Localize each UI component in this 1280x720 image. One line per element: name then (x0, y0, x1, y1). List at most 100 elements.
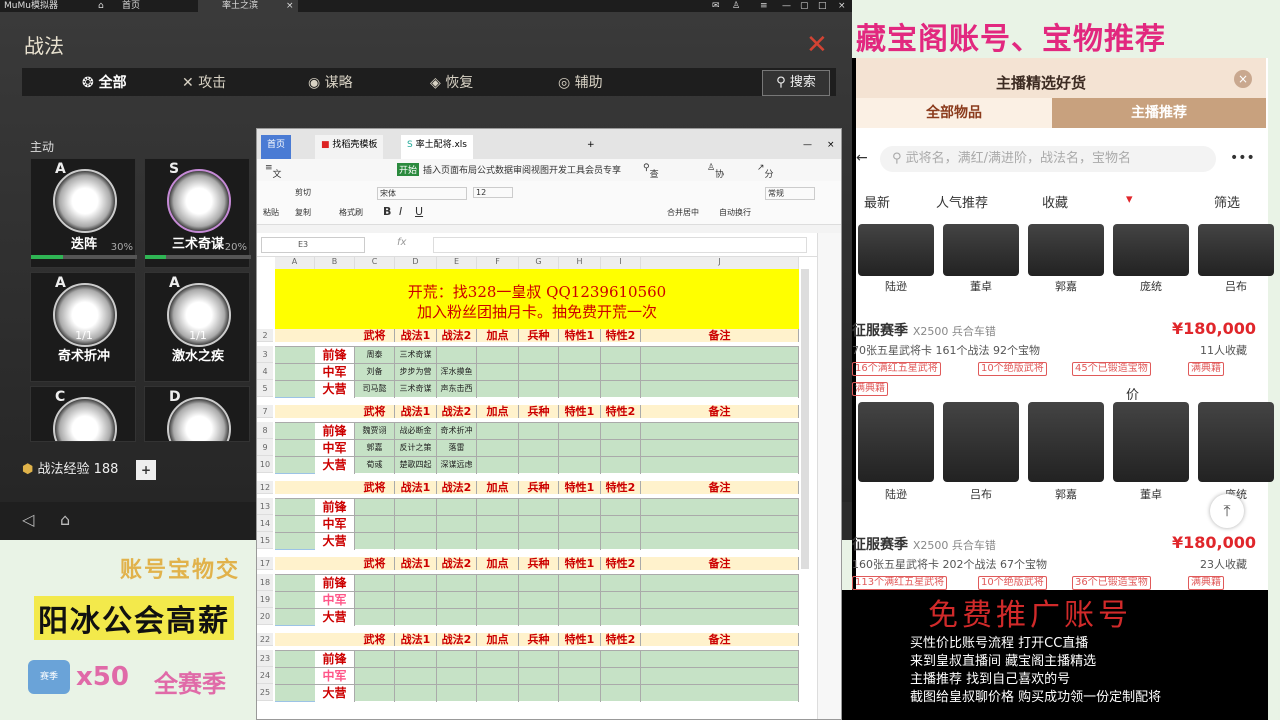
header-cell[interactable]: 兵种 (519, 481, 559, 494)
table-cell[interactable] (641, 457, 799, 474)
table-cell[interactable] (395, 609, 437, 626)
position-cell[interactable]: 中军 (315, 516, 355, 533)
header-cell[interactable]: 加点 (477, 329, 519, 342)
position-cell[interactable]: 前锋 (315, 651, 355, 668)
table-cell[interactable]: 司马懿 (355, 381, 395, 398)
skill-card[interactable]: A 迭阵 30% (30, 158, 137, 268)
table-cell[interactable] (477, 516, 519, 533)
table-cell[interactable] (601, 364, 641, 381)
collab-button[interactable]: ♙ 协作 (707, 163, 724, 193)
table-cell[interactable] (641, 347, 799, 364)
position-cell[interactable]: 大营 (315, 457, 355, 474)
table-cell[interactable] (559, 423, 601, 440)
header-cell[interactable]: 特性2 (601, 405, 641, 418)
table-cell[interactable] (477, 651, 519, 668)
table-cell[interactable] (477, 609, 519, 626)
table-cell[interactable] (477, 381, 519, 398)
tab-file[interactable]: S 率土配将.xls (401, 135, 473, 159)
table-cell[interactable] (395, 685, 437, 702)
header-cell[interactable]: 特性2 (601, 557, 641, 570)
table-cell[interactable] (477, 685, 519, 702)
table-cell[interactable] (641, 381, 799, 398)
table-cell[interactable] (601, 685, 641, 702)
table-cell[interactable] (519, 592, 559, 609)
table-cell[interactable] (641, 423, 799, 440)
header-cell[interactable]: 特性1 (559, 405, 601, 418)
home-tab[interactable]: 首页 (122, 0, 140, 12)
table-cell[interactable]: 声东击西 (437, 381, 477, 398)
table-cell[interactable] (519, 440, 559, 457)
table-cell[interactable] (477, 533, 519, 550)
table-cell[interactable] (519, 364, 559, 381)
table-cell[interactable]: 荀彧 (355, 457, 395, 474)
shop-search-input[interactable]: ⚲ 武将名，满红/满进阶，战法名，宝物名 (880, 146, 1216, 172)
close-icon[interactable]: ✕ (806, 30, 828, 60)
header-cell[interactable]: 战法2 (437, 405, 477, 418)
table-cell[interactable] (395, 592, 437, 609)
table-cell[interactable]: 郭嘉 (355, 440, 395, 457)
skill-card[interactable]: A 1/1 奇术折冲 (30, 272, 136, 382)
header-cell[interactable]: 加点 (477, 481, 519, 494)
table-cell[interactable]: 战必断金 (395, 423, 437, 440)
menu-file[interactable]: ≡ 文件 (265, 163, 282, 193)
column-header[interactable]: F (477, 257, 519, 269)
table-cell[interactable] (437, 347, 477, 364)
table-cell[interactable] (559, 457, 601, 474)
more-icon[interactable]: ••• (1230, 150, 1255, 166)
table-cell[interactable] (477, 347, 519, 364)
paste-button[interactable]: 粘贴 (263, 207, 279, 218)
table-cell[interactable] (437, 685, 477, 702)
table-cell[interactable] (519, 381, 559, 398)
table-cell[interactable] (477, 668, 519, 685)
table-cell[interactable] (437, 533, 477, 550)
hero-card-image[interactable] (943, 402, 1019, 482)
number-format-select[interactable]: 常规 (765, 187, 815, 200)
hero-card-image[interactable] (1113, 402, 1189, 482)
header-cell[interactable]: 特性1 (559, 329, 601, 342)
row-header[interactable]: 13 (257, 498, 273, 515)
row-header[interactable]: 5 (257, 380, 273, 397)
table-cell[interactable] (519, 516, 559, 533)
table-cell[interactable] (395, 516, 437, 533)
table-cell[interactable] (601, 609, 641, 626)
filter-fav[interactable]: 收藏 (1042, 192, 1068, 211)
scroll-top-icon[interactable]: ⤒ (1210, 494, 1244, 528)
back-icon[interactable]: ◁ (22, 510, 34, 529)
table-cell[interactable] (437, 499, 477, 516)
header-cell[interactable]: 武将 (355, 481, 395, 494)
table-cell[interactable] (559, 499, 601, 516)
close-icon[interactable]: × (1234, 70, 1252, 88)
table-cell[interactable] (477, 592, 519, 609)
column-header[interactable]: A (275, 257, 315, 269)
hero-card-image[interactable] (1198, 402, 1274, 482)
table-cell[interactable] (559, 685, 601, 702)
skill-card[interactable]: D (144, 386, 250, 442)
table-cell[interactable] (519, 668, 559, 685)
format-brush-button[interactable]: 格式刷 (339, 207, 363, 218)
table-cell[interactable] (519, 347, 559, 364)
hero-card-image[interactable] (1198, 224, 1274, 276)
column-header[interactable]: B (315, 257, 355, 269)
filter-popular[interactable]: 人气推荐 (936, 192, 988, 211)
header-cell[interactable]: 兵种 (519, 557, 559, 570)
table-cell[interactable] (559, 364, 601, 381)
table-cell[interactable] (559, 347, 601, 364)
position-cell[interactable]: 中军 (315, 592, 355, 609)
row-header[interactable]: 18 (257, 574, 273, 591)
header-cell[interactable]: 特性1 (559, 633, 601, 646)
hero-card-image[interactable] (1113, 224, 1189, 276)
table-cell[interactable] (437, 575, 477, 592)
table-cell[interactable] (641, 364, 799, 381)
position-cell[interactable]: 大营 (315, 685, 355, 702)
row-header[interactable]: 8 (257, 422, 273, 439)
table-cell[interactable] (519, 499, 559, 516)
table-cell[interactable] (355, 609, 395, 626)
row-header[interactable]: 14 (257, 515, 273, 532)
hero-card-image[interactable] (1028, 224, 1104, 276)
hero-card-image[interactable] (858, 402, 934, 482)
table-cell[interactable] (559, 609, 601, 626)
table-cell[interactable] (641, 609, 799, 626)
table-cell[interactable] (395, 575, 437, 592)
header-cell[interactable]: 特性2 (601, 481, 641, 494)
close-tab-icon[interactable]: × (286, 0, 294, 12)
